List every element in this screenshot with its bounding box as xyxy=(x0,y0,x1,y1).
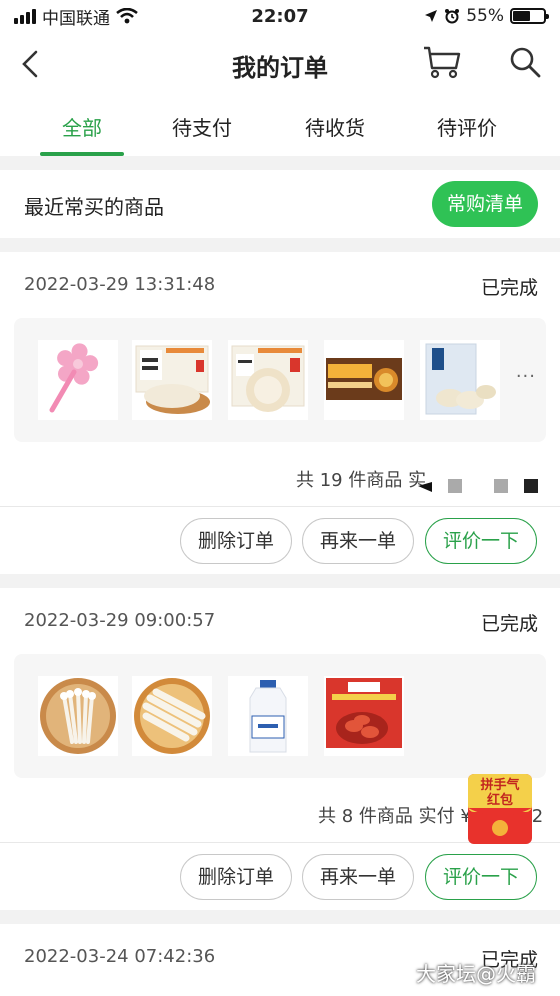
product-image xyxy=(38,676,118,756)
wifi-icon xyxy=(116,8,138,24)
order-status: 已完成 xyxy=(480,613,538,635)
page-title: 我的订单 xyxy=(232,54,328,82)
carrier-label: 中国联通 xyxy=(42,8,110,29)
order-time: 2022-03-24 07:42:36 xyxy=(24,946,216,967)
review-button[interactable]: 评价一下 xyxy=(425,854,537,900)
active-tab-indicator xyxy=(40,152,124,156)
location-arrow-icon xyxy=(425,10,438,22)
order-status: 已完成 xyxy=(480,277,538,299)
signal-icon xyxy=(14,8,36,24)
product-image xyxy=(228,676,308,756)
cart-icon[interactable] xyxy=(422,44,462,80)
nav-bar: 我的订单 xyxy=(0,32,560,96)
recent-purchases-title: 最近常买的商品 xyxy=(24,195,164,219)
divider xyxy=(0,506,560,507)
lucky-redpacket-float[interactable]: 拼手气 红包 xyxy=(466,772,534,846)
status-bar: 中国联通 22:07 55% xyxy=(0,0,560,32)
product-image xyxy=(132,676,212,756)
review-button[interactable]: 评价一下 xyxy=(425,518,537,564)
delete-order-button[interactable]: 删除订单 xyxy=(180,518,292,564)
order-card[interactable]: 2022-03-29 13:31:48 已完成 ··· 共 19 件商品 实 删… xyxy=(0,252,560,574)
product-image xyxy=(420,340,500,420)
product-image xyxy=(132,340,212,420)
product-image xyxy=(324,676,404,756)
goods-strip[interactable] xyxy=(14,654,546,778)
recent-purchases-bar: 最近常买的商品 常购清单 xyxy=(0,170,560,238)
battery-percent: 55% xyxy=(466,6,504,26)
status-time: 22:07 xyxy=(251,5,309,27)
tab-pending-payment[interactable]: 待支付 xyxy=(142,112,262,141)
more-goods-indicator[interactable]: ··· xyxy=(516,366,536,387)
status-right: 55% xyxy=(346,6,549,26)
alarm-icon xyxy=(445,9,460,24)
reorder-button[interactable]: 再来一单 xyxy=(302,518,414,564)
tab-pending-review[interactable]: 待评价 xyxy=(407,112,527,141)
watermark: 大家坛@火霸 xyxy=(416,962,536,986)
order-time: 2022-03-29 09:00:57 xyxy=(24,610,216,631)
battery-icon xyxy=(510,8,549,24)
reorder-button[interactable]: 再来一单 xyxy=(302,854,414,900)
order-time: 2022-03-29 13:31:48 xyxy=(24,274,216,295)
delete-order-button[interactable]: 删除订单 xyxy=(180,854,292,900)
frequent-list-button[interactable]: 常购清单 xyxy=(432,181,538,227)
goods-strip[interactable]: ··· xyxy=(14,318,546,442)
redpack-label: 拼手气 红包 xyxy=(480,778,520,808)
order-tabs: 全部 待支付 待收货 待评价 xyxy=(0,96,560,156)
order-summary: 共 19 件商品 实 xyxy=(296,470,427,491)
order-card[interactable]: 2022-03-29 09:00:57 已完成 共 8 件商品 实付 ¥ 2 删… xyxy=(0,588,560,910)
status-left: 中国联通 xyxy=(14,4,214,29)
search-icon[interactable] xyxy=(508,44,542,80)
product-image xyxy=(38,340,118,420)
product-image xyxy=(228,340,308,420)
tab-all[interactable]: 全部 xyxy=(22,112,142,141)
tab-pending-delivery[interactable]: 待收货 xyxy=(275,112,395,141)
product-image xyxy=(324,340,404,420)
overlay-squares xyxy=(418,479,538,493)
